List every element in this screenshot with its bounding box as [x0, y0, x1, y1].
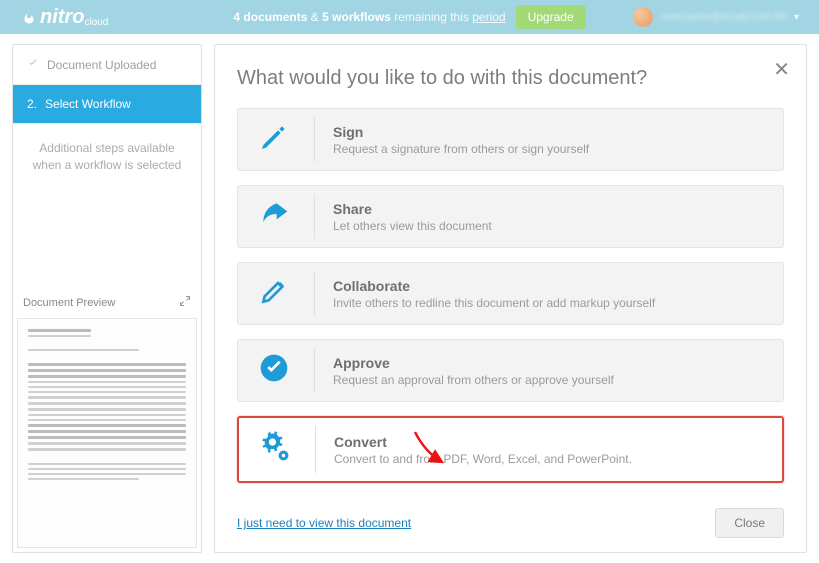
- step-uploaded-label: Document Uploaded: [47, 58, 156, 72]
- card-desc: Request an approval from others or appro…: [333, 373, 614, 387]
- gears-icon: [258, 430, 292, 469]
- brand-name: nitro: [40, 7, 84, 27]
- workflow-cards: Sign Request a signature from others or …: [237, 108, 784, 483]
- card-desc: Request a signature from others or sign …: [333, 142, 589, 156]
- view-document-link[interactable]: I just need to view this document: [237, 516, 411, 530]
- brand-sub: cloud: [84, 17, 108, 28]
- close-icon[interactable]: ✕: [773, 57, 790, 82]
- brand-logo: nitro cloud: [20, 6, 108, 29]
- quota-amp: &: [311, 10, 319, 24]
- card-title: Collaborate: [333, 278, 655, 294]
- card-desc: Let others view this document: [333, 219, 492, 233]
- quota-period-link[interactable]: period: [472, 10, 505, 24]
- flame-icon: [20, 6, 38, 29]
- sidebar-note: Additional steps available when a workfl…: [13, 124, 201, 190]
- card-collaborate[interactable]: Collaborate Invite others to redline thi…: [237, 262, 784, 325]
- quota-docs-word: documents: [243, 10, 307, 24]
- sidebar: Document Uploaded 2. Select Workflow Add…: [12, 44, 202, 553]
- quota-banner: 4 documents & 5 workflows remaining this…: [233, 5, 585, 29]
- step-select-workflow[interactable]: 2. Select Workflow: [13, 85, 201, 124]
- panel-footer: I just need to view this document Close: [237, 492, 784, 538]
- highlighter-icon: [258, 275, 290, 312]
- step-uploaded[interactable]: Document Uploaded: [13, 45, 201, 85]
- card-desc: Invite others to redline this document o…: [333, 296, 655, 310]
- main-area: Document Uploaded 2. Select Workflow Add…: [0, 34, 819, 563]
- quota-wf-num: 5: [322, 10, 329, 24]
- card-approve[interactable]: Approve Request an approval from others …: [237, 339, 784, 402]
- card-desc: Convert to and from PDF, Word, Excel, an…: [334, 452, 632, 466]
- step-select-workflow-label: Select Workflow: [45, 97, 131, 111]
- quota-message: 4 documents & 5 workflows remaining this…: [233, 10, 505, 24]
- card-title: Convert: [334, 434, 632, 450]
- card-share[interactable]: Share Let others view this document: [237, 185, 784, 248]
- upgrade-button[interactable]: Upgrade: [516, 5, 586, 29]
- quota-wf-word: workflows: [332, 10, 391, 24]
- chevron-down-icon: ▾: [794, 12, 799, 23]
- expand-icon[interactable]: [179, 295, 191, 310]
- quota-docs-num: 4: [233, 10, 240, 24]
- username: username@email.host.tld: [661, 11, 786, 23]
- preview-label: Document Preview: [23, 297, 115, 309]
- check-icon: [27, 57, 39, 72]
- step-number: 2.: [27, 97, 37, 111]
- card-title: Share: [333, 201, 492, 217]
- check-circle-icon: [258, 352, 290, 389]
- user-menu[interactable]: username@email.host.tld ▾: [633, 7, 799, 27]
- document-thumbnail[interactable]: [17, 318, 197, 548]
- avatar: [633, 7, 653, 27]
- card-title: Sign: [333, 124, 589, 140]
- workflow-panel: ✕ What would you like to do with this do…: [214, 44, 807, 553]
- close-button[interactable]: Close: [715, 508, 784, 538]
- preview-header: Document Preview: [13, 287, 201, 318]
- top-bar: nitro cloud 4 documents & 5 workflows re…: [0, 0, 819, 34]
- card-sign[interactable]: Sign Request a signature from others or …: [237, 108, 784, 171]
- panel-title: What would you like to do with this docu…: [237, 67, 784, 90]
- share-arrow-icon: [258, 198, 290, 235]
- pen-nib-icon: [258, 121, 290, 158]
- card-convert[interactable]: Convert Convert to and from PDF, Word, E…: [237, 416, 784, 483]
- card-title: Approve: [333, 355, 614, 371]
- quota-remaining: remaining this: [394, 10, 469, 24]
